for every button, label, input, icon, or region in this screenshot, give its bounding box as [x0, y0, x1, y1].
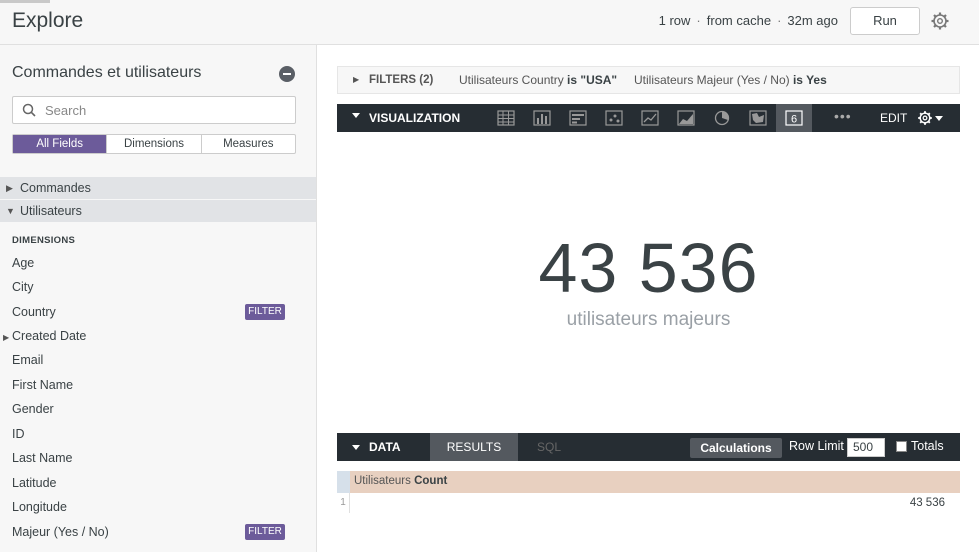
- row-limit-input[interactable]: 500: [847, 438, 885, 457]
- filter-badge[interactable]: FILTER: [245, 524, 285, 540]
- row-limit-label: Row Limit: [789, 439, 844, 453]
- caret-down-icon: ▼: [6, 206, 15, 216]
- search-input[interactable]: [45, 101, 285, 119]
- filter-summary-country: Utilisateurs Country is "USA": [459, 73, 618, 87]
- filter-summary-majeur: Utilisateurs Majeur (Yes / No) is Yes: [634, 73, 827, 87]
- caret-right-icon[interactable]: ▶: [3, 333, 9, 342]
- top-bar: Explore 1 row · from cache · 32m ago Run: [0, 0, 979, 45]
- data-label[interactable]: DATA: [369, 440, 401, 454]
- field-type-tabs: All Fields Dimensions Measures: [12, 134, 296, 154]
- query-age: 32m ago: [787, 13, 838, 28]
- page-title: Explore: [12, 9, 84, 32]
- field-city[interactable]: City: [12, 280, 34, 294]
- field-search[interactable]: [12, 96, 296, 124]
- filter-badge[interactable]: FILTER: [245, 304, 285, 320]
- settings-gear-icon[interactable]: [930, 11, 950, 31]
- explore-name: Commandes et utilisateurs: [12, 64, 202, 81]
- tab-all-fields[interactable]: All Fields: [13, 135, 108, 153]
- calculations-button[interactable]: Calculations: [690, 438, 782, 458]
- bar-chart-icon[interactable]: [569, 110, 587, 126]
- query-status: 1 row · from cache · 32m ago: [658, 13, 838, 28]
- field-country[interactable]: Country: [12, 305, 56, 319]
- column-header-utilisateurs-count[interactable]: Utilisateurs Count: [354, 475, 447, 487]
- dimensions-heading: DIMENSIONS: [12, 235, 76, 246]
- run-button[interactable]: Run: [850, 7, 920, 35]
- visualization-bar: VISUALIZATION 6 ••• EDIT: [337, 104, 960, 132]
- field-latitude[interactable]: Latitude: [12, 476, 56, 490]
- field-gender[interactable]: Gender: [12, 402, 54, 416]
- caret-down-icon[interactable]: [935, 116, 943, 121]
- caret-down-icon[interactable]: [352, 113, 360, 118]
- view-label: Commandes: [20, 181, 91, 195]
- field-longitude[interactable]: Longitude: [12, 500, 67, 514]
- totals-checkbox[interactable]: [896, 441, 907, 452]
- caret-right-icon: ▶: [353, 75, 360, 84]
- field-first-name[interactable]: First Name: [12, 378, 73, 392]
- totals-label: Totals: [911, 439, 944, 453]
- single-value-icon[interactable]: 6: [785, 110, 803, 126]
- search-icon: [22, 103, 36, 117]
- line-chart-icon[interactable]: [641, 110, 659, 126]
- table-icon[interactable]: [497, 110, 515, 126]
- single-value-number: 43 536: [538, 229, 759, 307]
- single-value-label: utilisateurs majeurs: [566, 309, 731, 330]
- viz-settings-gear-icon[interactable]: [917, 110, 933, 126]
- svg-text:6: 6: [791, 114, 797, 126]
- tab-measures[interactable]: Measures: [202, 135, 295, 153]
- field-id[interactable]: ID: [12, 427, 25, 441]
- scatter-icon[interactable]: [605, 110, 623, 126]
- collapse-minus-icon[interactable]: [279, 66, 295, 82]
- row-number-header: [337, 471, 350, 493]
- map-icon[interactable]: [749, 110, 767, 126]
- field-majeur[interactable]: Majeur (Yes / No): [12, 525, 109, 539]
- field-age[interactable]: Age: [12, 256, 34, 270]
- edit-button[interactable]: EDIT: [880, 111, 907, 125]
- area-chart-icon[interactable]: [677, 110, 695, 126]
- row-number: 1: [337, 493, 350, 513]
- tab-indicator: [0, 0, 50, 3]
- filters-bar[interactable]: ▶ FILTERS (2) Utilisateurs Country is "U…: [337, 66, 960, 94]
- view-utilisateurs[interactable]: ▼ Utilisateurs: [0, 200, 316, 222]
- view-label: Utilisateurs: [20, 204, 82, 218]
- filters-label: FILTERS (2): [369, 74, 434, 86]
- caret-down-icon[interactable]: [352, 445, 360, 450]
- cache-status: from cache: [706, 13, 772, 28]
- more-viz-button[interactable]: •••: [834, 108, 852, 124]
- field-picker-sidebar: Commandes et utilisateurs All Fields Dim…: [0, 45, 317, 552]
- row-count: 1 row: [658, 13, 691, 28]
- tab-sql[interactable]: SQL: [537, 440, 561, 454]
- table-cell-count: 43 536: [909, 497, 945, 509]
- pie-chart-icon[interactable]: [713, 110, 731, 126]
- visualization-label[interactable]: VISUALIZATION: [369, 111, 460, 125]
- field-email[interactable]: Email: [12, 353, 43, 367]
- results-header-row: Utilisateurs Count: [337, 471, 960, 493]
- field-created-date[interactable]: Created Date: [12, 329, 86, 343]
- view-commandes[interactable]: ▶ Commandes: [0, 177, 316, 199]
- field-last-name[interactable]: Last Name: [12, 451, 72, 465]
- tab-results[interactable]: RESULTS: [430, 433, 518, 461]
- column-chart-icon[interactable]: [533, 110, 551, 126]
- table-row: 1 43 536: [337, 493, 960, 513]
- caret-right-icon: ▶: [6, 183, 13, 193]
- data-bar: DATA RESULTS SQL Calculations Row Limit …: [337, 433, 960, 461]
- tab-dimensions[interactable]: Dimensions: [107, 135, 202, 153]
